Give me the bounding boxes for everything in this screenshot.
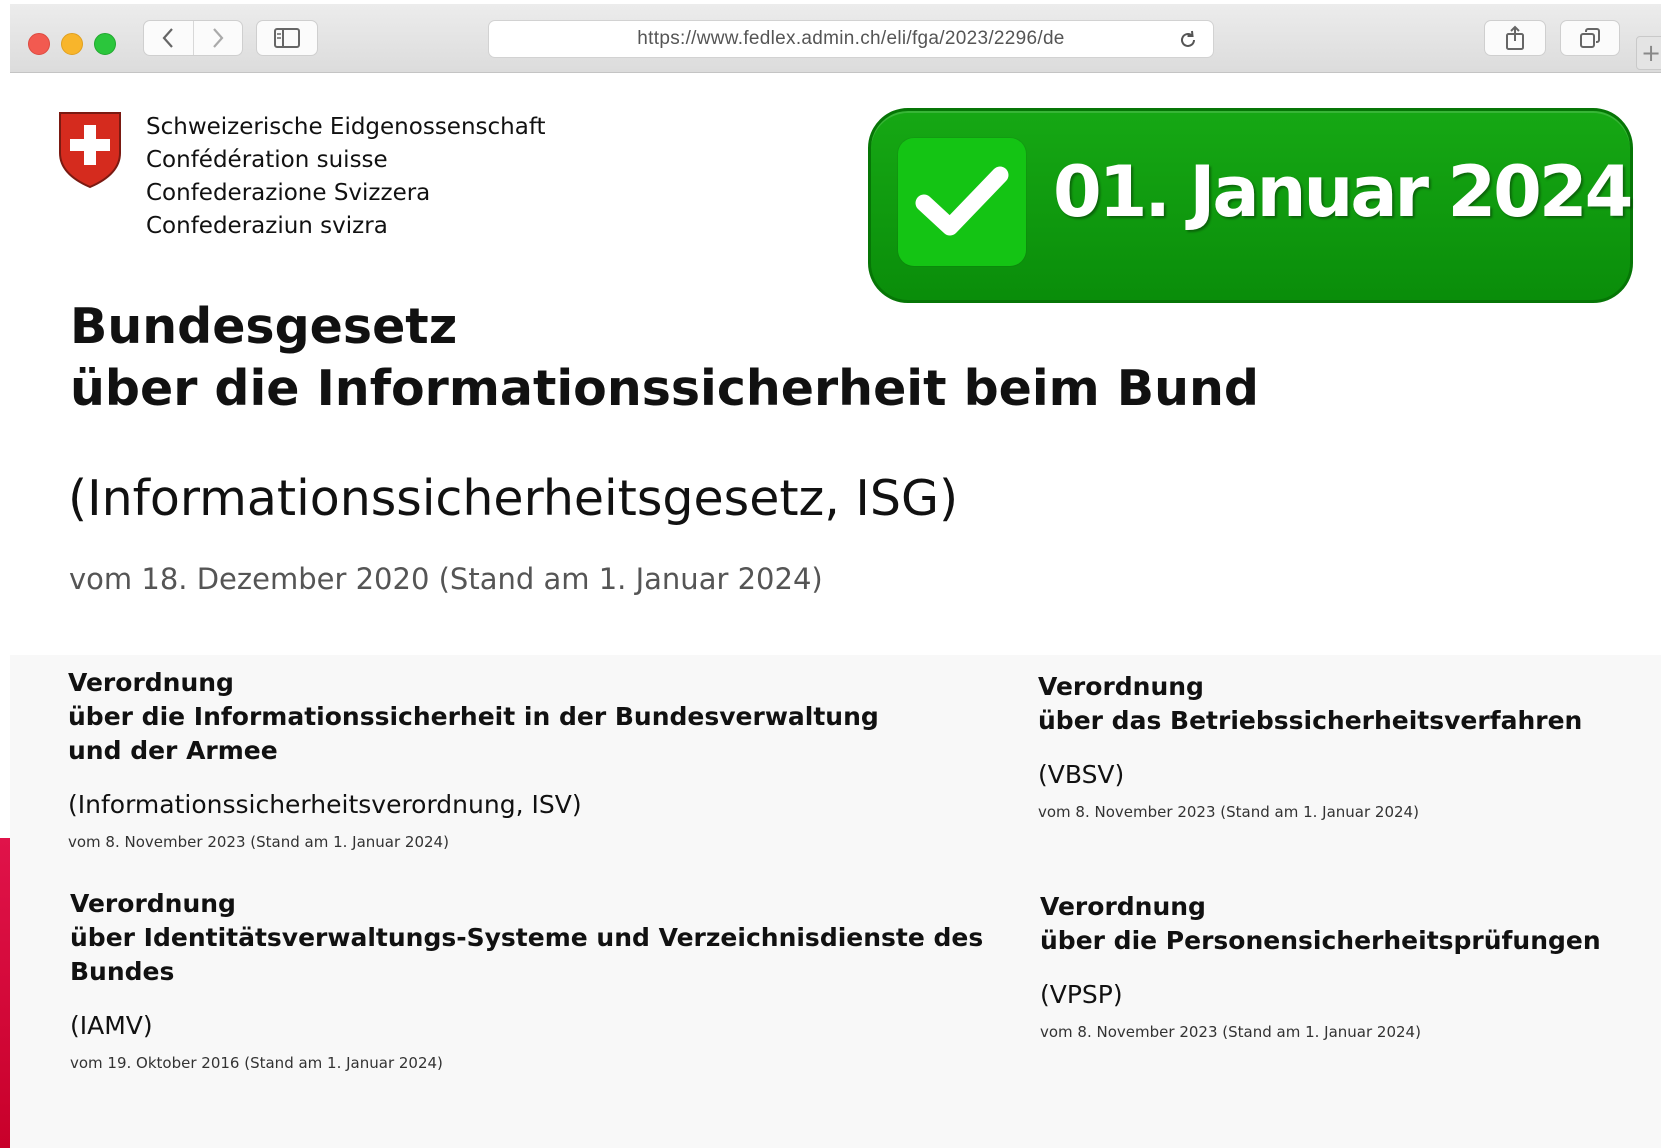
ordinance-date: vom 19. Oktober 2016 (Stand am 1. Januar… bbox=[70, 1054, 443, 1072]
maximize-window-button[interactable] bbox=[94, 33, 116, 55]
confederation-name-de: Schweizerische Eidgenossenschaft bbox=[146, 114, 546, 140]
ordinance-abbreviation: (IAMV) bbox=[70, 1011, 153, 1040]
navigation-buttons bbox=[143, 20, 243, 56]
ordinance-date: vom 8. November 2023 (Stand am 1. Januar… bbox=[1040, 1023, 1421, 1041]
sidebar-icon bbox=[274, 28, 300, 48]
back-icon bbox=[162, 28, 174, 48]
ordinance-date: vom 8. November 2023 (Stand am 1. Januar… bbox=[1038, 803, 1419, 821]
swiss-coat-of-arms-icon bbox=[59, 112, 121, 189]
law-subtitle: (Informationssicherheitsgesetz, ISG) bbox=[68, 470, 959, 527]
confederation-name-fr: Confédération suisse bbox=[146, 147, 388, 173]
ordinance-iamv[interactable]: Verordnung über Identitätsverwaltungs-Sy… bbox=[70, 887, 983, 1072]
effective-date-text: 01. Januar 2024 bbox=[1053, 151, 1633, 233]
red-accent-edge bbox=[0, 838, 10, 1148]
ordinance-heading-line: über die Informationssicherheit in der B… bbox=[68, 702, 879, 731]
forward-button[interactable] bbox=[192, 21, 243, 55]
ordinance-vpsp[interactable]: Verordnung über die Personensicherheitsp… bbox=[1040, 890, 1601, 1041]
ordinance-isv[interactable]: Verordnung über die Informationssicherhe… bbox=[68, 666, 879, 851]
tabs-icon bbox=[1580, 28, 1600, 48]
ordinance-heading-line: Verordnung bbox=[1038, 672, 1204, 701]
ordinance-heading-line: Verordnung bbox=[68, 668, 234, 697]
ordinance-heading-line: über Identitätsverwaltungs-Systeme und V… bbox=[70, 923, 984, 952]
confederation-names: Schweizerische Eidgenossenschaft Confédé… bbox=[146, 111, 546, 243]
ordinance-abbreviation: (VBSV) bbox=[1038, 760, 1125, 789]
law-date: vom 18. Dezember 2020 (Stand am 1. Janua… bbox=[69, 562, 823, 596]
law-title-line1: Bundesgesetz bbox=[70, 298, 458, 355]
checkmark-icon bbox=[915, 166, 1009, 236]
ordinance-abbreviation: (VPSP) bbox=[1040, 980, 1123, 1009]
share-button[interactable] bbox=[1484, 20, 1546, 56]
share-icon bbox=[1506, 25, 1524, 50]
tabs-overview-button[interactable] bbox=[1560, 20, 1620, 56]
ordinance-vbsv[interactable]: Verordnung über das Betriebssicherheitsv… bbox=[1038, 670, 1582, 821]
ordinance-heading-line: Bundes bbox=[70, 957, 175, 986]
minimize-window-button[interactable] bbox=[61, 33, 83, 55]
back-button[interactable] bbox=[144, 21, 193, 55]
forward-icon bbox=[212, 28, 224, 48]
reload-icon[interactable] bbox=[1177, 29, 1199, 51]
ordinance-heading-line: über das Betriebssicherheitsverfahren bbox=[1038, 706, 1583, 735]
close-window-button[interactable] bbox=[28, 33, 50, 55]
confederation-name-rm: Confederaziun svizra bbox=[146, 213, 388, 239]
ordinance-abbreviation: (Informationssicherheitsverordnung, ISV) bbox=[68, 790, 582, 819]
ordinance-heading-line: Verordnung bbox=[70, 889, 236, 918]
confederation-name-it: Confederazione Svizzera bbox=[146, 180, 431, 206]
address-bar[interactable]: https://www.fedlex.admin.ch/eli/fga/2023… bbox=[488, 20, 1214, 58]
browser-toolbar: https://www.fedlex.admin.ch/eli/fga/2023… bbox=[10, 4, 1661, 73]
checkmark-tile bbox=[898, 138, 1026, 266]
effective-date-badge: 01. Januar 2024 bbox=[868, 108, 1633, 303]
new-tab-button[interactable]: + bbox=[1636, 36, 1661, 70]
url-text: https://www.fedlex.admin.ch/eli/fga/2023… bbox=[637, 28, 1065, 49]
sidebar-toggle-button[interactable] bbox=[256, 20, 318, 56]
ordinance-heading-line: über die Personensicherheitsprüfungen bbox=[1040, 926, 1601, 955]
ordinance-date: vom 8. November 2023 (Stand am 1. Januar… bbox=[68, 833, 449, 851]
ordinance-heading-line: Verordnung bbox=[1040, 892, 1206, 921]
ordinance-heading-line: und der Armee bbox=[68, 736, 278, 765]
law-title-line2: über die Informationssicherheit beim Bun… bbox=[70, 360, 1259, 417]
